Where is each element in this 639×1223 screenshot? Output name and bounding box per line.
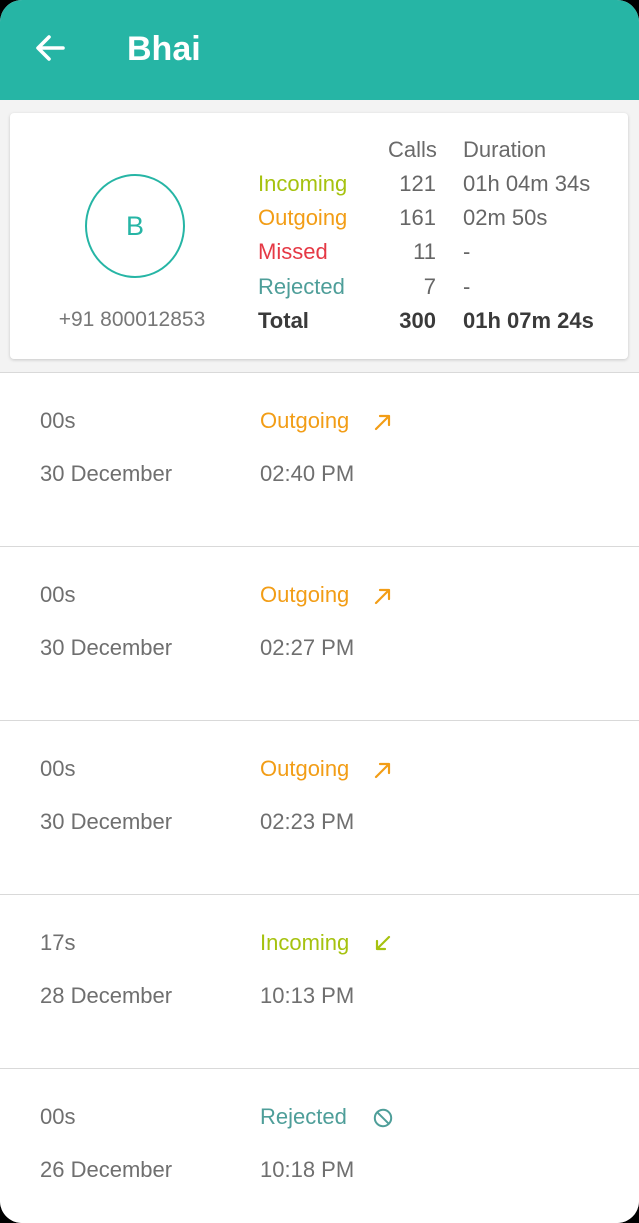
call-duration: 17s bbox=[40, 930, 76, 955]
call-date: 30 December bbox=[40, 809, 173, 834]
call-duration: 00s bbox=[40, 1104, 76, 1129]
stats-row-rejected: Rejected 7 - bbox=[10, 271, 628, 303]
stats-type-label: Missed bbox=[258, 239, 328, 264]
call-time: 02:40 PM bbox=[260, 461, 355, 486]
contact-summary-card: B +91 800012853 Calls Duration Incoming … bbox=[10, 113, 628, 359]
blocked-icon bbox=[372, 1107, 394, 1129]
stats-duration: 01h 04m 34s bbox=[463, 171, 591, 196]
call-time: 02:27 PM bbox=[260, 635, 355, 660]
call-time: 10:18 PM bbox=[260, 1157, 355, 1182]
call-made-icon bbox=[372, 585, 394, 607]
call-time: 02:23 PM bbox=[260, 809, 355, 834]
call-duration: 00s bbox=[40, 408, 76, 433]
call-list-item[interactable]: 00s Outgoing 30 December 02:23 PM bbox=[0, 720, 639, 894]
app-bar: Bhai bbox=[0, 0, 639, 100]
call-date: 28 December bbox=[40, 983, 173, 1008]
stats-duration: 01h 07m 24s bbox=[463, 308, 594, 333]
call-type-label: Outgoing bbox=[260, 408, 350, 433]
page-title: Bhai bbox=[127, 30, 201, 68]
stats-type-label: Incoming bbox=[258, 171, 348, 196]
call-date: 26 December bbox=[40, 1157, 173, 1182]
call-made-icon bbox=[372, 759, 394, 781]
call-duration: 00s bbox=[40, 582, 76, 607]
call-type-label: Rejected bbox=[260, 1104, 347, 1129]
stats-row-incoming: Incoming 121 01h 04m 34s bbox=[10, 168, 628, 200]
stats-duration: - bbox=[463, 239, 471, 264]
calls-column-header: Calls bbox=[388, 137, 437, 162]
stats-type-label: Total bbox=[258, 308, 309, 333]
call-list-item[interactable]: 00s Rejected 26 December 10:18 PM bbox=[0, 1068, 639, 1223]
call-duration: 00s bbox=[40, 756, 76, 781]
call-received-icon bbox=[372, 933, 394, 955]
call-type-label: Outgoing bbox=[260, 582, 350, 607]
call-type-label: Outgoing bbox=[260, 756, 350, 781]
stats-duration: - bbox=[463, 274, 471, 299]
back-button[interactable] bbox=[30, 28, 70, 68]
stats-type-label: Rejected bbox=[258, 274, 345, 299]
call-date: 30 December bbox=[40, 461, 173, 486]
call-date: 30 December bbox=[40, 635, 173, 660]
stats-type-label: Outgoing bbox=[258, 205, 348, 230]
call-time: 10:13 PM bbox=[260, 983, 355, 1008]
call-list-item[interactable]: 00s Outgoing 30 December 02:27 PM bbox=[0, 546, 639, 720]
stats-row-total: Total 300 01h 07m 24s bbox=[10, 305, 628, 337]
call-list-item[interactable]: 17s Incoming 28 December 10:13 PM bbox=[0, 894, 639, 1068]
call-made-icon bbox=[372, 411, 394, 433]
duration-column-header: Duration bbox=[463, 137, 547, 162]
call-history-screen: Bhai B +91 800012853 Calls Duration Inco… bbox=[0, 0, 639, 1223]
stats-calls-count: 7 bbox=[423, 274, 436, 299]
stats-calls-count: 121 bbox=[399, 171, 436, 196]
stats-row-outgoing: Outgoing 161 02m 50s bbox=[10, 202, 628, 234]
stats-calls-count: 161 bbox=[399, 205, 436, 230]
stats-calls-count: 300 bbox=[399, 308, 436, 333]
stats-row-missed: Missed 11 - bbox=[10, 236, 628, 268]
call-list-item[interactable]: 00s Outgoing 30 December 02:40 PM bbox=[0, 372, 639, 546]
arrow-left-icon bbox=[36, 35, 65, 61]
stats-header-row: Calls Duration bbox=[10, 134, 628, 166]
stats-calls-count: 11 bbox=[413, 239, 436, 264]
call-type-label: Incoming bbox=[260, 930, 350, 955]
stats-duration: 02m 50s bbox=[463, 205, 548, 230]
